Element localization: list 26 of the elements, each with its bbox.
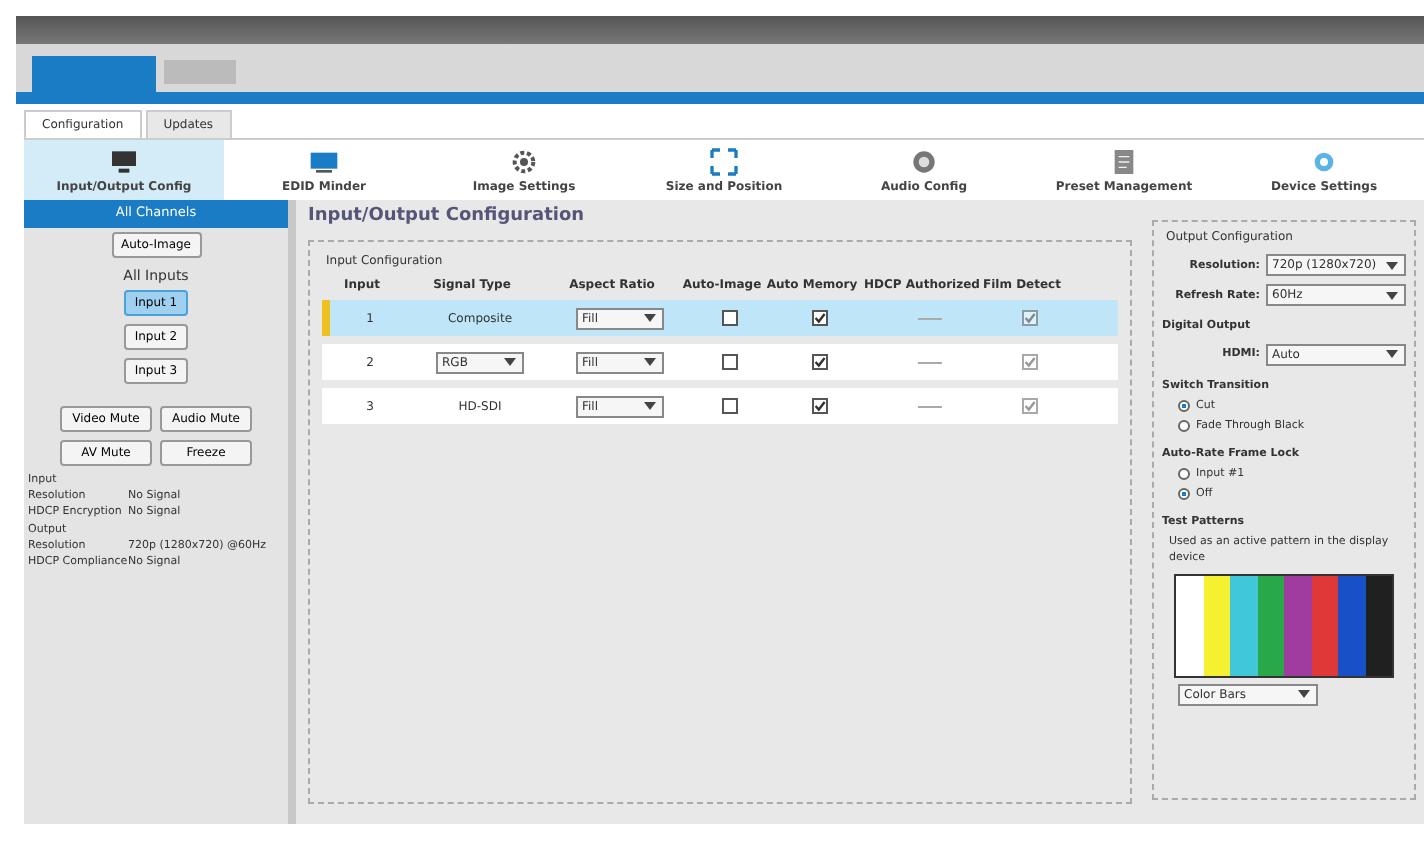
checkbox[interactable] [812, 354, 828, 370]
checkbox[interactable] [812, 398, 828, 414]
checkbox[interactable] [1022, 398, 1038, 414]
dash-mark [918, 317, 942, 319]
gear-icon [508, 146, 540, 178]
caret-icon [1296, 686, 1312, 702]
dash-mark [918, 361, 942, 363]
page-title: Input/Output Configuration [308, 204, 587, 230]
resize-icon [708, 146, 740, 178]
caret-icon [642, 354, 658, 370]
checkbox[interactable] [722, 354, 738, 370]
caret-icon [642, 398, 658, 414]
caret-icon [1384, 346, 1400, 362]
radio-button[interactable] [1178, 399, 1190, 412]
checkbox[interactable] [1022, 354, 1038, 370]
radio-button[interactable] [1178, 419, 1190, 432]
checkbox[interactable] [722, 398, 738, 414]
caret-icon [642, 310, 658, 326]
checkbox[interactable] [812, 310, 828, 326]
checkbox[interactable] [722, 310, 738, 326]
dash-mark [918, 405, 942, 407]
checkbox[interactable] [1022, 310, 1038, 326]
caret-icon [502, 354, 518, 370]
radio-button[interactable] [1178, 467, 1190, 480]
radio-button[interactable] [1178, 487, 1190, 500]
monitor-icon [108, 146, 140, 178]
